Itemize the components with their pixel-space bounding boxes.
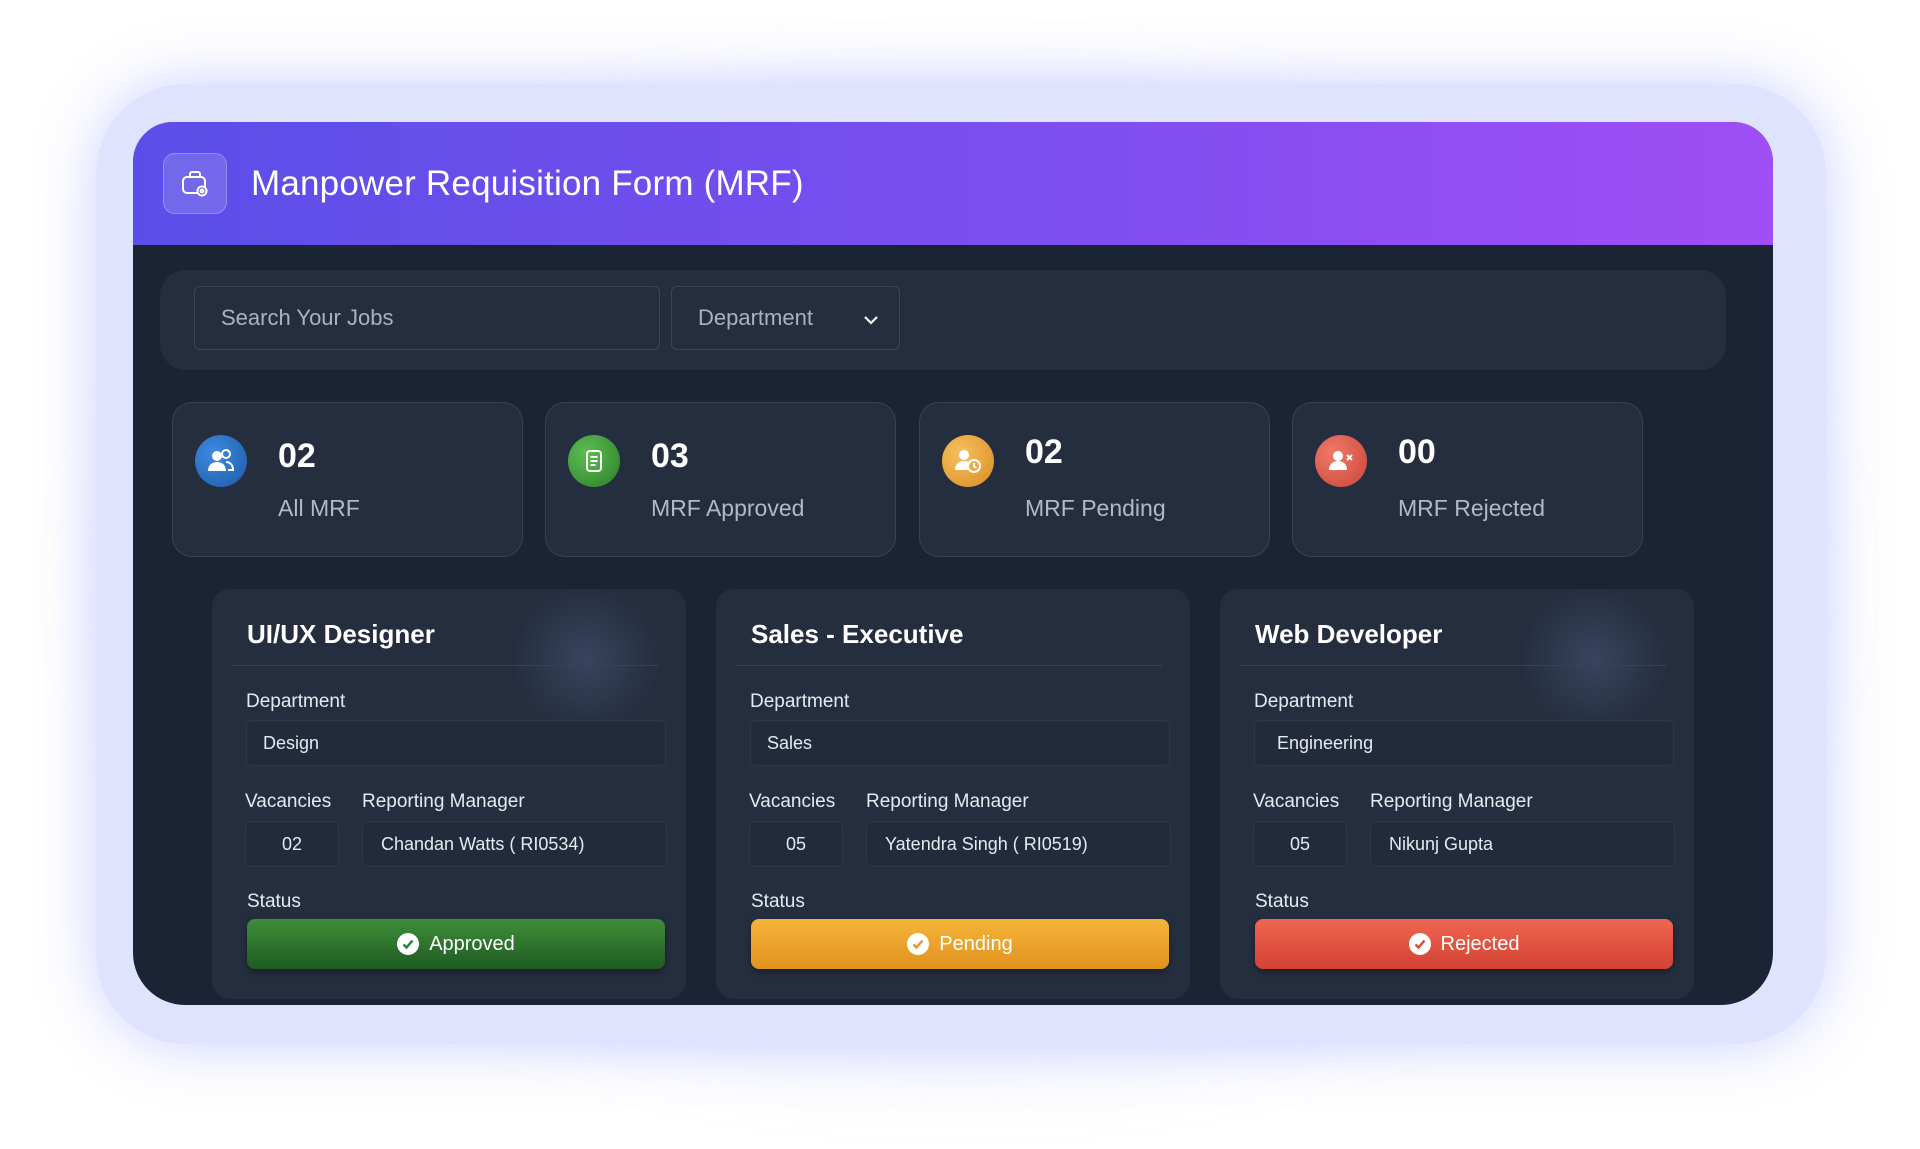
chevron-down-icon xyxy=(863,305,879,331)
department-dropdown[interactable]: Department xyxy=(671,286,900,350)
status-label: Status xyxy=(751,891,805,912)
check-circle-icon xyxy=(397,933,420,955)
status-badge-approved[interactable]: Approved xyxy=(247,919,665,969)
job-title: UI/UX Designer xyxy=(247,619,435,649)
user-remove-icon xyxy=(1315,435,1367,487)
stat-label: All MRF xyxy=(278,495,360,521)
job-title: Web Developer xyxy=(1255,619,1443,649)
stat-card-mrf-rejected[interactable]: 00 MRF Rejected xyxy=(1292,402,1643,557)
divider xyxy=(232,665,658,666)
divider xyxy=(736,665,1162,666)
department-field[interactable]: Engineering xyxy=(1254,720,1674,766)
stat-value: 00 xyxy=(1398,433,1436,471)
stat-card-mrf-pending[interactable]: 02 MRF Pending xyxy=(919,402,1270,557)
department-label: Department xyxy=(1254,691,1354,712)
search-input[interactable] xyxy=(194,286,660,350)
card-glow xyxy=(1504,589,1684,729)
reporting-manager-label: Reporting Manager xyxy=(866,791,1029,812)
reporting-manager-field[interactable]: Nikunj Gupta xyxy=(1370,821,1675,867)
status-text: Approved xyxy=(429,932,515,955)
reporting-manager-field[interactable]: Chandan Watts ( RI0534) xyxy=(362,821,667,867)
stat-value: 02 xyxy=(1025,433,1063,471)
stat-card-mrf-approved[interactable]: 03 MRF Approved xyxy=(545,402,896,557)
status-text: Pending xyxy=(939,932,1013,955)
job-title: Sales - Executive xyxy=(751,619,964,649)
department-dropdown-label: Department xyxy=(698,305,813,330)
vacancies-field[interactable]: 02 xyxy=(245,821,339,867)
divider xyxy=(1240,665,1666,666)
vacancies-label: Vacancies xyxy=(749,791,836,812)
vacancies-field[interactable]: 05 xyxy=(1253,821,1347,867)
app-window: Manpower Requisition Form (MRF) Departme… xyxy=(133,122,1773,1005)
filter-toolbar: Department xyxy=(160,270,1726,370)
vacancies-label: Vacancies xyxy=(1253,791,1340,812)
users-icon xyxy=(195,435,247,487)
reporting-manager-label: Reporting Manager xyxy=(362,791,525,812)
job-card-ui-ux-designer[interactable]: UI/UX Designer Department Design Vacanci… xyxy=(212,589,686,999)
vacancies-label: Vacancies xyxy=(245,791,332,812)
department-field[interactable]: Design xyxy=(246,720,666,766)
document-icon xyxy=(568,435,620,487)
stat-label: MRF Approved xyxy=(651,495,805,521)
job-card-sales-executive[interactable]: Sales - Executive Department Sales Vacan… xyxy=(716,589,1190,999)
stat-label: MRF Rejected xyxy=(1398,495,1545,521)
reporting-manager-label: Reporting Manager xyxy=(1370,791,1533,812)
app-header: Manpower Requisition Form (MRF) xyxy=(133,122,1773,245)
department-label: Department xyxy=(750,691,850,712)
vacancies-field[interactable]: 05 xyxy=(749,821,843,867)
department-field[interactable]: Sales xyxy=(750,720,1170,766)
status-badge-rejected[interactable]: Rejected xyxy=(1255,919,1673,969)
reporting-manager-field[interactable]: Yatendra Singh ( RI0519) xyxy=(866,821,1171,867)
stat-card-all-mrf[interactable]: 02 All MRF xyxy=(172,402,523,557)
stat-value: 03 xyxy=(651,437,689,475)
check-circle-icon xyxy=(1408,933,1431,955)
card-glow xyxy=(496,589,676,729)
status-text: Rejected xyxy=(1440,932,1520,955)
status-badge-pending[interactable]: Pending xyxy=(751,919,1169,969)
briefcase-gear-icon[interactable] xyxy=(163,153,227,214)
job-card-web-developer[interactable]: Web Developer Department Engineering Vac… xyxy=(1220,589,1694,999)
user-clock-icon xyxy=(942,435,994,487)
check-circle-icon xyxy=(907,933,930,955)
status-label: Status xyxy=(247,891,301,912)
stat-label: MRF Pending xyxy=(1025,495,1166,521)
department-label: Department xyxy=(246,691,346,712)
status-label: Status xyxy=(1255,891,1309,912)
stat-value: 02 xyxy=(278,437,316,475)
page-title: Manpower Requisition Form (MRF) xyxy=(251,163,804,203)
